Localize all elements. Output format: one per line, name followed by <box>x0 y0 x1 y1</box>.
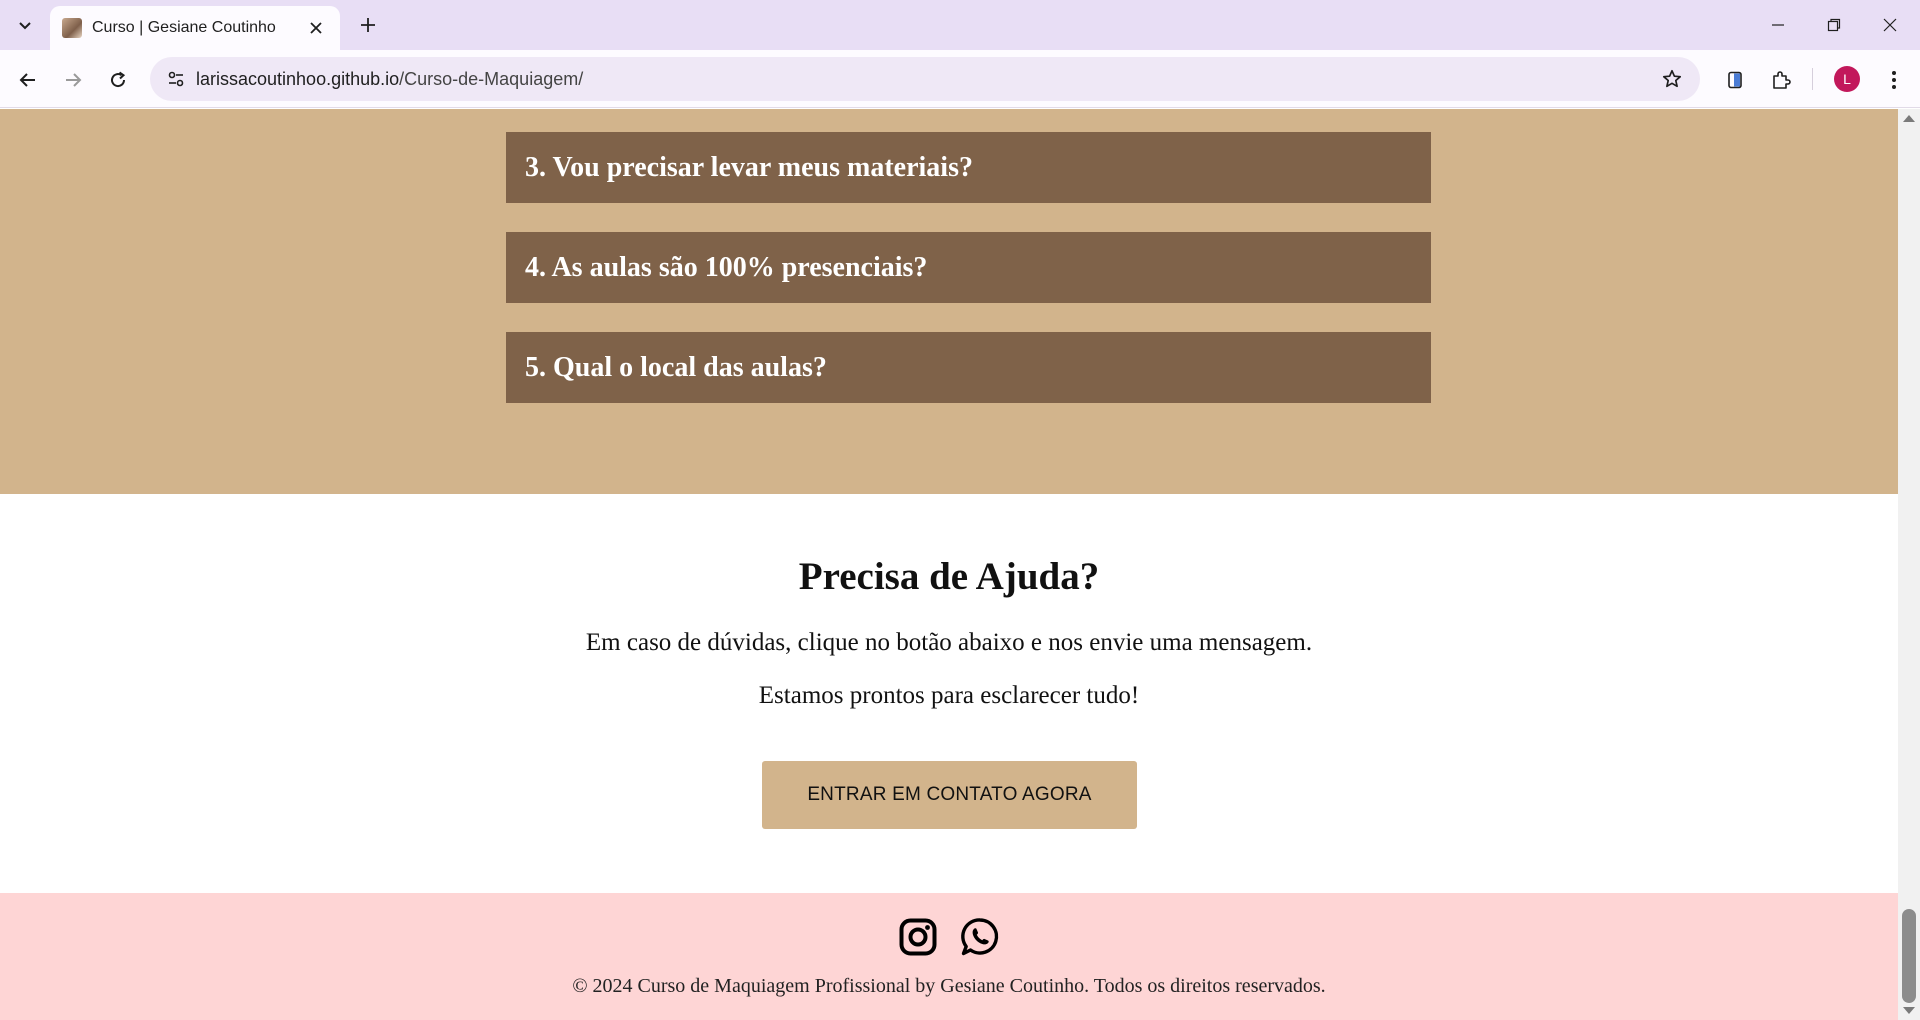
scroll-up-arrow[interactable] <box>1903 115 1915 122</box>
reload-button[interactable] <box>100 62 136 98</box>
bookmark-button[interactable] <box>1656 63 1688 95</box>
restore-button[interactable] <box>1806 0 1862 50</box>
puzzle-icon <box>1773 71 1791 89</box>
extensions-button[interactable] <box>1763 62 1799 98</box>
browser-toolbar: larissacoutinhoo.github.io/Curso-de-Maqu… <box>0 50 1920 108</box>
tab-close-button[interactable] <box>304 16 328 40</box>
menu-button[interactable] <box>1876 62 1912 98</box>
url-domain: larissacoutinhoo.github.io <box>196 69 400 89</box>
tune-icon <box>168 71 184 87</box>
minimize-icon <box>1772 24 1784 26</box>
copyright-text: © 2024 Curso de Maquiagem Profissional b… <box>572 975 1326 997</box>
new-tab-button[interactable] <box>352 9 384 41</box>
reload-icon <box>111 71 126 88</box>
toolbar-divider <box>1812 68 1813 90</box>
close-icon <box>310 22 322 34</box>
forward-button[interactable] <box>55 62 91 98</box>
help-title: Precisa de Ajuda? <box>798 555 1100 598</box>
footer: © 2024 Curso de Maquiagem Profissional b… <box>0 893 1898 1020</box>
help-text-line-1: Em caso de dúvidas, clique no botão abai… <box>585 629 1313 656</box>
faq-question-4[interactable]: 4. As aulas são 100% presenciais? <box>506 232 1431 303</box>
restore-icon <box>1827 18 1841 32</box>
scroll-thumb[interactable] <box>1902 909 1916 1003</box>
reading-mode-icon <box>1728 71 1742 89</box>
back-button[interactable] <box>10 62 46 98</box>
browser-tab-bar: Curso | Gesiane Coutinho <box>0 0 1920 50</box>
arrow-right-icon <box>66 73 82 87</box>
whatsapp-icon <box>961 918 999 956</box>
star-icon <box>1662 69 1682 88</box>
address-bar[interactable]: larissacoutinhoo.github.io/Curso-de-Maqu… <box>150 57 1700 101</box>
arrow-left-icon <box>19 73 35 87</box>
instagram-icon <box>899 918 937 956</box>
help-text-line-2: Estamos prontos para esclarecer tudo! <box>758 682 1140 709</box>
more-vertical-icon <box>1892 71 1896 89</box>
faq-question-5[interactable]: 5. Qual o local das aulas? <box>506 332 1431 403</box>
favicon-icon <box>62 18 82 38</box>
scroll-down-arrow[interactable] <box>1903 1007 1915 1014</box>
minimize-button[interactable] <box>1750 0 1806 50</box>
url-path: /Curso-de-Maquiagem/ <box>399 69 584 89</box>
contact-button[interactable]: ENTRAR EM CONTATO AGORA <box>762 761 1137 829</box>
reading-mode-button[interactable] <box>1717 62 1753 98</box>
help-section: Precisa de Ajuda? Em caso de dúvidas, cl… <box>0 494 1898 902</box>
profile-avatar[interactable]: L <box>1834 66 1860 92</box>
faq-question-3[interactable]: 3. Vou precisar levar meus materiais? <box>506 132 1431 203</box>
plus-icon <box>361 18 375 32</box>
close-icon <box>1883 18 1897 32</box>
whatsapp-link[interactable] <box>960 917 1000 957</box>
vertical-scrollbar[interactable] <box>1898 109 1920 1020</box>
site-info-button[interactable] <box>160 63 192 95</box>
tab-search-button[interactable] <box>8 8 42 42</box>
faq-section: 3. Vou precisar levar meus materiais? 4.… <box>0 109 1898 494</box>
close-window-button[interactable] <box>1862 0 1918 50</box>
page-viewport: 3. Vou precisar levar meus materiais? 4.… <box>0 109 1898 1020</box>
url-text: larissacoutinhoo.github.io/Curso-de-Maqu… <box>196 69 583 90</box>
tab-title: Curso | Gesiane Coutinho <box>92 19 276 36</box>
instagram-link[interactable] <box>898 917 938 957</box>
browser-tab[interactable]: Curso | Gesiane Coutinho <box>50 6 340 50</box>
chevron-down-icon <box>19 22 31 30</box>
